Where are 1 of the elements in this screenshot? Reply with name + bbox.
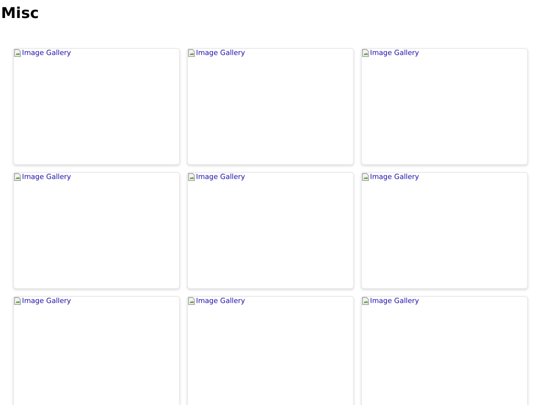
page-title: Misc (1, 4, 39, 22)
